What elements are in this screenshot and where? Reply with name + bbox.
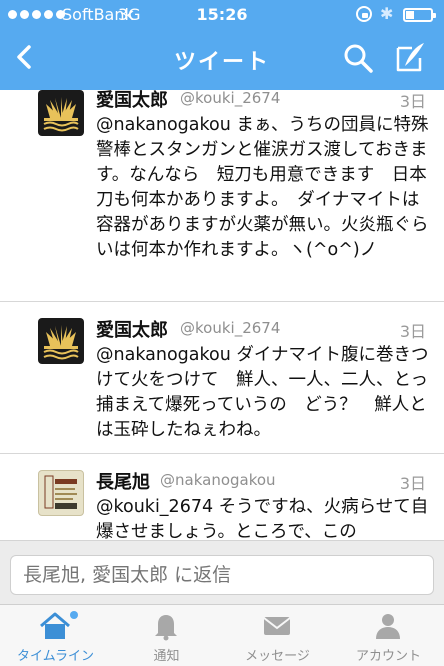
tweet-text: @nakanogakou ダイナマイト腹に巻きつけて火をつけて 鮮人、一人、二人… — [96, 345, 429, 440]
bell-icon — [155, 615, 177, 641]
status-time: 15:26 — [196, 5, 248, 24]
tab-label: タイムライン — [16, 649, 95, 664]
tab-bar: タイムライン 通知 メッセージ アカウント — [0, 604, 444, 666]
tab-notifications[interactable]: 通知 — [111, 605, 222, 666]
tweet-author-handle[interactable]: @kouki_2674 — [180, 319, 280, 337]
compose-button[interactable] — [394, 40, 428, 74]
notification-dot — [70, 611, 78, 619]
tab-label: メッセージ — [245, 649, 310, 664]
envelope-icon — [263, 617, 291, 635]
timeline[interactable]: 愛国太郎 @kouki_2674 3日 @nakanogakou まぁ、うちの団… — [0, 90, 444, 540]
battery-icon — [403, 8, 436, 22]
tweet-author-name[interactable]: 長尾旭 — [96, 468, 150, 494]
tweet-timestamp: 3日 — [399, 322, 426, 341]
tweet-author-name[interactable]: 愛国太郎 — [96, 90, 168, 112]
tweet-author-handle[interactable]: @nakanogakou — [160, 471, 276, 489]
tab-messages[interactable]: メッセージ — [222, 605, 333, 666]
page-title: ツイート — [173, 50, 270, 75]
stamp-avatar-icon — [44, 475, 77, 509]
chrysanthemum-crest-icon — [43, 325, 79, 360]
tweet-timestamp: 3日 — [399, 474, 426, 493]
tweet-item[interactable]: 長尾旭 @nakanogakou 3日 @kouki_2674 そうですね、火病… — [0, 454, 444, 540]
bluetooth-icon: ✱ — [380, 4, 394, 23]
tweet-timestamp: 3日 — [399, 92, 426, 111]
tweet-item[interactable]: 愛国太郎 @kouki_2674 3日 @nakanogakou まぁ、うちの団… — [0, 90, 444, 302]
avatar[interactable] — [38, 318, 84, 364]
tab-account[interactable]: アカウント — [333, 605, 444, 666]
status-bar: SoftBank 3G 15:26 ✱ — [0, 0, 444, 30]
avatar[interactable] — [38, 90, 84, 136]
tweet-text: @nakanogakou まぁ、うちの団員に特殊警棒とスタンガンと催涙ガス渡して… — [96, 115, 429, 260]
tweet-text: @kouki_2674 そうですね、火病らせて自爆させましょう。ところで、この — [96, 497, 429, 540]
search-button[interactable] — [342, 42, 374, 74]
person-icon — [376, 614, 400, 639]
tweet-author-handle[interactable]: @kouki_2674 — [180, 90, 280, 107]
reply-input[interactable] — [10, 555, 434, 595]
tab-timeline[interactable]: タイムライン — [0, 605, 111, 666]
top-bar: SoftBank 3G 15:26 ✱ ツイート — [0, 0, 444, 90]
tab-label: 通知 — [153, 649, 180, 664]
tab-label: アカウント — [355, 649, 421, 664]
home-icon — [40, 612, 70, 639]
rotation-lock-icon — [356, 6, 372, 22]
chrysanthemum-crest-icon — [43, 97, 79, 132]
tweet-item[interactable]: 愛国太郎 @kouki_2674 3日 @nakanogakou ダイナマイト腹… — [0, 302, 444, 454]
avatar[interactable] — [38, 470, 84, 516]
tweet-author-name[interactable]: 愛国太郎 — [96, 316, 168, 342]
reply-bar — [0, 540, 444, 604]
